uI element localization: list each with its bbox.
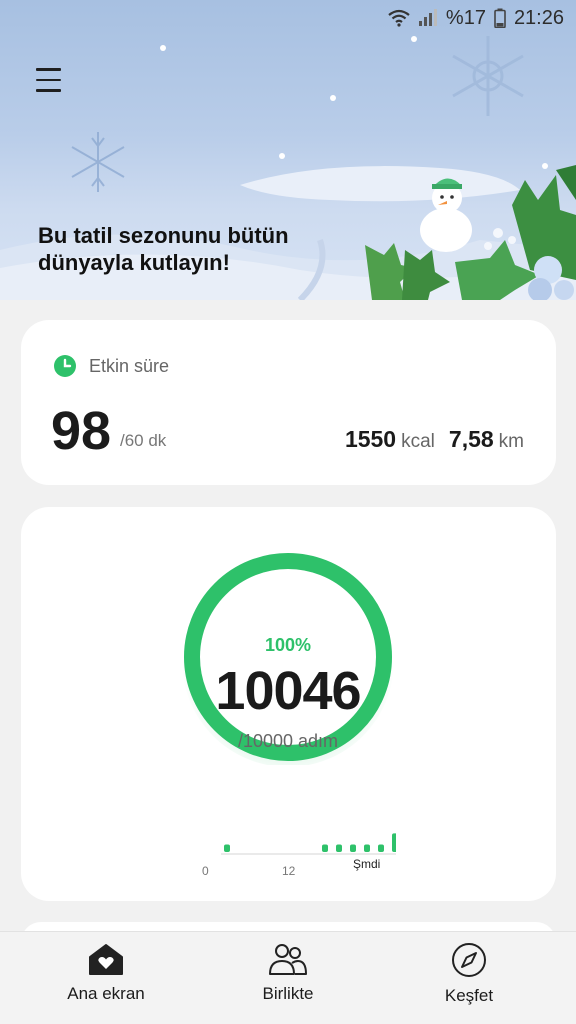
- nav-together[interactable]: Birlikte: [213, 942, 363, 1004]
- chart-bar: [322, 844, 328, 852]
- banner-headline: Bu tatil sezonunu bütün dünyayla kutlayı…: [38, 223, 289, 275]
- bottom-nav: Ana ekran Birlikte Keşfet: [0, 931, 576, 1024]
- steps-percent: 100%: [264, 635, 312, 655]
- clock-time: 21:26: [513, 6, 564, 29]
- kcal-unit: kcal: [401, 431, 435, 452]
- active-time-value: 98: [51, 401, 112, 461]
- chart-tick-0: 0: [202, 864, 209, 878]
- chart-bar: [392, 833, 398, 852]
- status-bar: %17 21:26: [0, 0, 576, 36]
- steps-count: 10046: [215, 661, 361, 721]
- steps-ring: 100% 10046 /10000 adım: [180, 549, 396, 767]
- signal-icon: [418, 9, 438, 27]
- wifi-icon: [388, 9, 410, 27]
- chart-bar: [378, 844, 384, 852]
- home-heart-icon: [89, 944, 123, 975]
- kcal-value: 1550: [344, 426, 397, 452]
- nav-discover[interactable]: Keşfet: [394, 942, 544, 1006]
- distance-value: 7,58: [448, 426, 494, 452]
- nav-together-label: Birlikte: [262, 984, 314, 1003]
- distance-unit: km: [498, 431, 524, 452]
- people-icon: [269, 944, 307, 975]
- compass-icon: [452, 943, 486, 977]
- battery-icon: [494, 8, 506, 28]
- chart-tick-now: Şmdi: [353, 857, 381, 871]
- active-time-card[interactable]: Etkin süre 98 /60 dk 1550 kcal 7,58 km: [21, 320, 556, 485]
- active-time-label: Etkin süre: [89, 355, 170, 376]
- chart-bar: [336, 844, 342, 852]
- chart-bar: [350, 844, 356, 852]
- nav-home[interactable]: Ana ekran: [31, 942, 181, 1004]
- chart-tick-12: 12: [282, 864, 296, 878]
- holiday-banner[interactable]: Bu tatil sezonunu bütün dünyayla kutlayı…: [0, 0, 576, 300]
- active-time-goal: /60 dk: [120, 431, 167, 450]
- snowflake-icon: [71, 132, 125, 192]
- steps-card[interactable]: 100% 10046 /10000 adım 0 12 Şmdi: [21, 507, 556, 901]
- nav-discover-label: Keşfet: [444, 986, 494, 1005]
- nav-home-label: Ana ekran: [67, 984, 145, 1003]
- battery-percent: %17: [445, 6, 486, 29]
- steps-goal: /10000 adım: [237, 731, 339, 751]
- steps-chart: 0 12 Şmdi: [196, 777, 413, 887]
- clock-icon: [54, 355, 76, 377]
- menu-button[interactable]: [36, 68, 66, 98]
- menu-icon: [36, 68, 61, 71]
- chart-bar: [364, 844, 370, 852]
- chart-bar: [224, 844, 230, 852]
